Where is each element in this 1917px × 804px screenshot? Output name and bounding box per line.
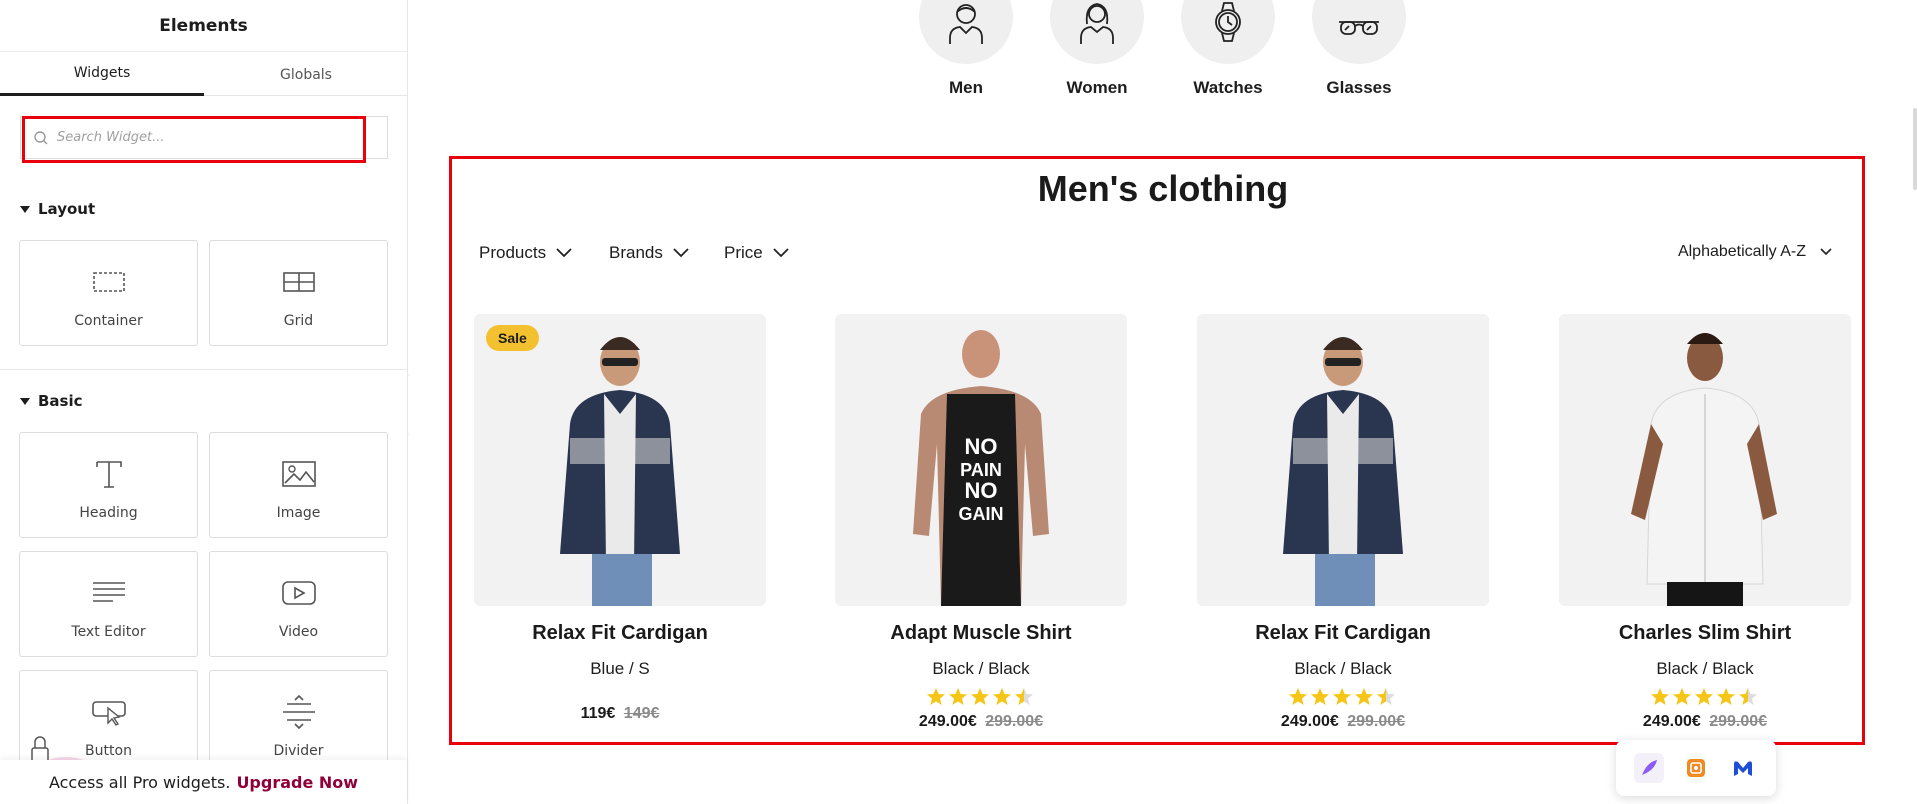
panel-title: Elements: [0, 0, 407, 52]
woman-icon: [1080, 3, 1114, 44]
container-icon: [89, 265, 129, 299]
text-editor-icon: [89, 576, 129, 610]
caret-down-icon: [20, 205, 30, 213]
grid-icon: [279, 265, 319, 299]
feather-tool-icon[interactable]: [1634, 753, 1665, 783]
man-icon: [949, 4, 983, 44]
category-glasses[interactable]: Glasses: [1311, 0, 1407, 98]
widget-label: Grid: [283, 313, 314, 329]
widget-video[interactable]: Video: [209, 551, 388, 657]
glasses-icon: [1339, 21, 1379, 35]
category-watches[interactable]: Watches: [1180, 0, 1276, 98]
widget-label: Image: [276, 505, 321, 521]
widget-image[interactable]: Image: [209, 432, 388, 538]
floating-tools-tray: [1616, 740, 1776, 796]
section-label: Layout: [38, 200, 96, 218]
category-label: Men: [949, 78, 983, 97]
widget-label: Heading: [79, 505, 138, 521]
tab-globals[interactable]: Globals: [204, 53, 408, 96]
upgrade-banner: Access all Pro widgets. Upgrade Now: [0, 760, 407, 804]
widget-grid[interactable]: Grid: [209, 240, 388, 346]
promo-text: Access all Pro widgets.: [48, 772, 231, 792]
section-label: Basic: [38, 392, 83, 410]
widget-label: Text Editor: [71, 624, 146, 640]
widget-label: Divider: [273, 743, 324, 759]
section-layout[interactable]: Layout: [20, 200, 95, 218]
section-divider: [0, 369, 407, 370]
highlight-box: [449, 156, 1865, 745]
category-label: Glasses: [1326, 78, 1392, 97]
scrollbar[interactable]: [1913, 108, 1917, 190]
widget-heading[interactable]: Heading: [19, 432, 198, 538]
category-men[interactable]: Men: [918, 0, 1014, 98]
elements-panel: Elements Widgets Globals Layout Containe…: [0, 0, 408, 804]
panel-tabs: Widgets Globals: [0, 53, 407, 96]
category-label: Women: [1066, 78, 1128, 97]
widget-label: Video: [278, 624, 319, 640]
upgrade-now-link[interactable]: Upgrade Now: [236, 773, 358, 792]
category-label: Watches: [1193, 78, 1263, 97]
heading-icon: [89, 457, 129, 491]
widget-text-editor[interactable]: Text Editor: [19, 551, 198, 657]
divider-icon: [279, 695, 319, 729]
section-basic[interactable]: Basic: [20, 392, 83, 410]
tab-widgets[interactable]: Widgets: [0, 53, 204, 96]
button-icon: [89, 695, 129, 729]
caret-down-icon: [20, 397, 30, 405]
category-women[interactable]: Women: [1049, 0, 1145, 98]
image-icon: [279, 457, 319, 491]
widget-container[interactable]: Container: [19, 240, 198, 346]
video-icon: [279, 576, 319, 610]
watch-icon: [1215, 2, 1241, 42]
layout-tool-icon[interactable]: [1681, 753, 1711, 783]
widget-label: Container: [74, 313, 143, 329]
m-logo-icon[interactable]: [1728, 753, 1758, 783]
page-canvas: Men Women Watches Glasses Men's clothing…: [409, 0, 1917, 804]
highlight-box: [22, 116, 366, 163]
